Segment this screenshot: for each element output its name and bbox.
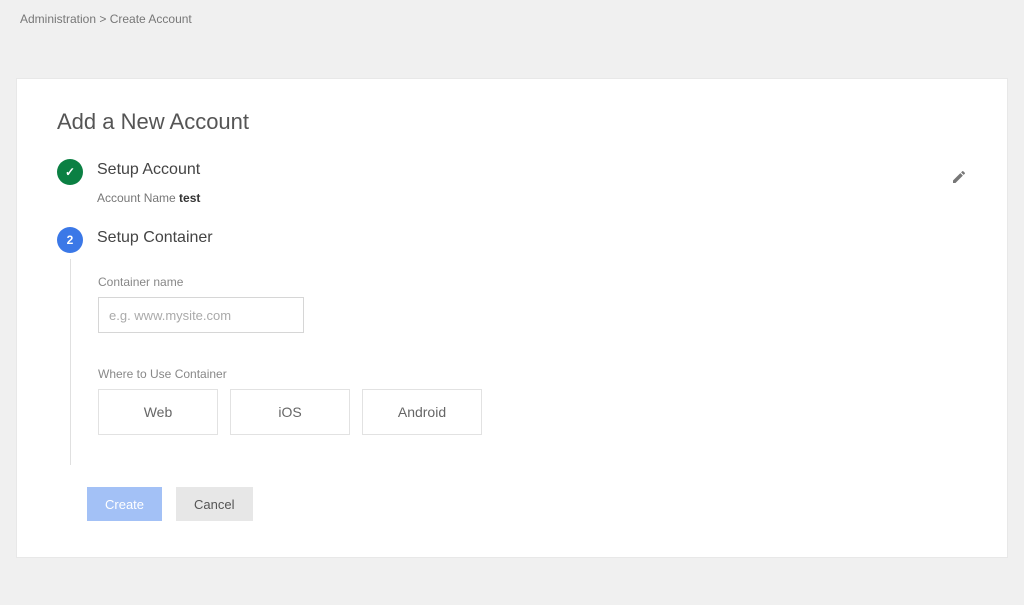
step2-body: Container name Where to Use Container We… xyxy=(70,259,967,465)
container-name-input[interactable] xyxy=(98,297,304,333)
page-title: Add a New Account xyxy=(57,109,967,135)
main-card: Add a New Account ✓ Setup Account Accoun… xyxy=(16,78,1008,558)
container-name-label: Container name xyxy=(98,275,967,289)
step1-field-label: Account Name xyxy=(97,191,176,205)
step2-title: Setup Container xyxy=(97,227,967,247)
button-row: Create Cancel xyxy=(57,487,967,521)
cancel-button[interactable]: Cancel xyxy=(176,487,252,521)
step2-badge: 2 xyxy=(57,227,83,253)
option-ios[interactable]: iOS xyxy=(230,389,350,435)
step-2: 2 Setup Container xyxy=(57,227,967,247)
step-1: ✓ Setup Account xyxy=(57,159,967,179)
option-android[interactable]: Android xyxy=(362,389,482,435)
option-web[interactable]: Web xyxy=(98,389,218,435)
where-to-use-label: Where to Use Container xyxy=(98,367,967,381)
step2-number: 2 xyxy=(67,233,74,247)
step1-title: Setup Account xyxy=(97,159,967,179)
step1-field-value: test xyxy=(179,191,200,205)
step1-badge: ✓ xyxy=(57,159,83,185)
create-button[interactable]: Create xyxy=(87,487,162,521)
step1-summary: Account Name test xyxy=(57,191,967,205)
platform-options: Web iOS Android xyxy=(98,389,967,435)
breadcrumb: Administration > Create Account xyxy=(0,0,1024,38)
checkmark-icon: ✓ xyxy=(65,165,75,179)
